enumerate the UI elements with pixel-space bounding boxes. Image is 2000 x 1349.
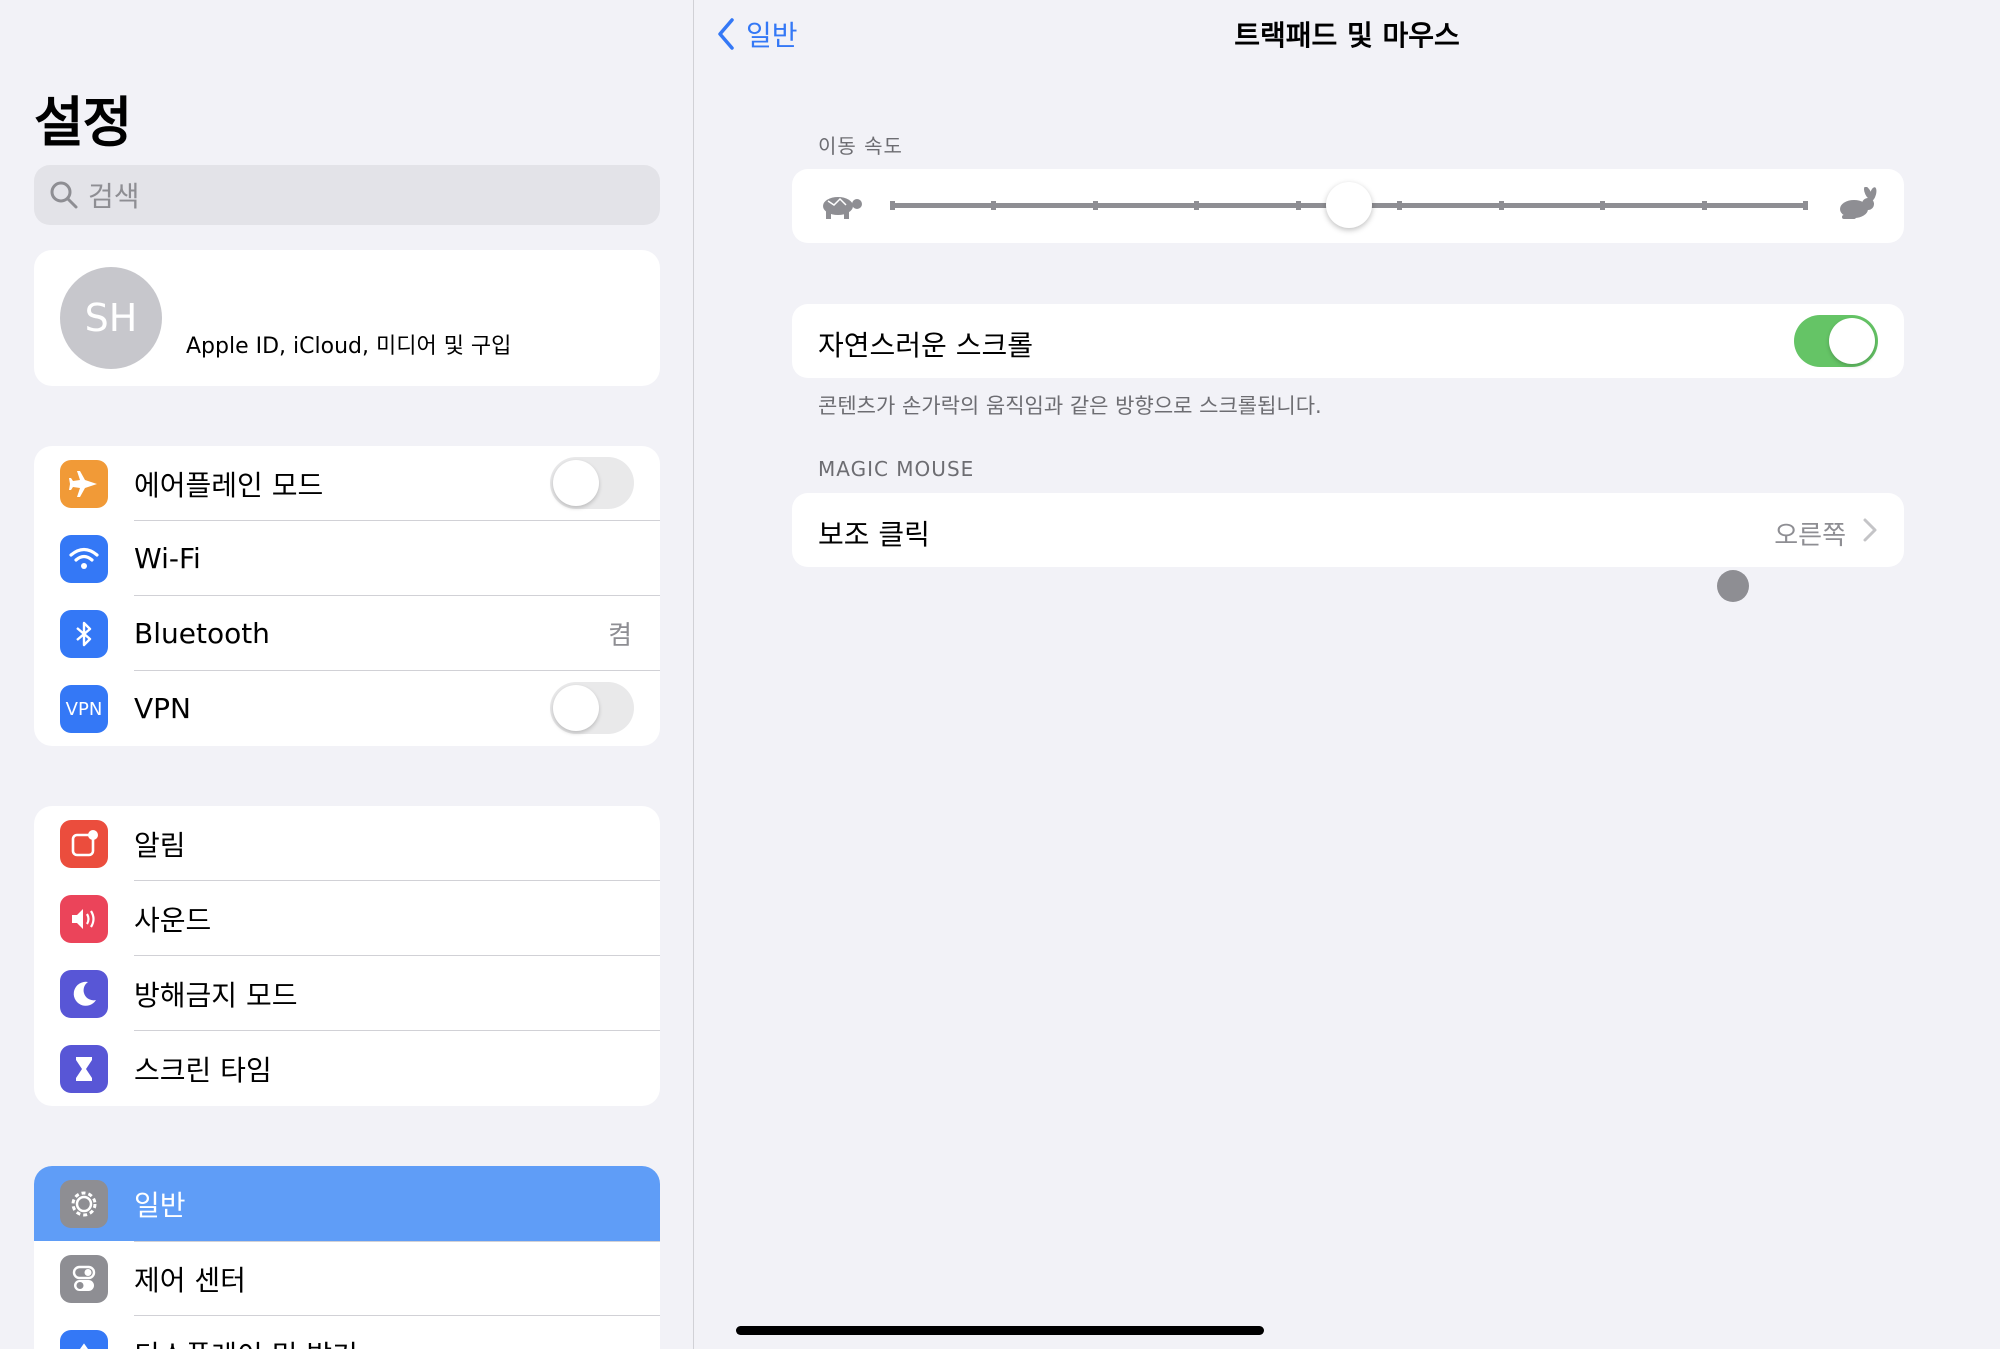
sound-icon: [60, 895, 108, 943]
sidebar-item-screen-time[interactable]: 스크린 타임: [34, 1031, 660, 1106]
notifications-group: 알림 사운드 방해금지 모드 스크린 타임: [34, 806, 660, 1106]
natural-scrolling-row[interactable]: 자연스러운 스크롤: [792, 304, 1904, 378]
slider-tick: [1295, 201, 1301, 210]
rabbit-icon: [1840, 187, 1877, 219]
magic-mouse-header: MAGIC MOUSE: [818, 457, 975, 481]
general-group: 일반 제어 센터 디스플레이 및 밝기: [34, 1166, 660, 1349]
page-title: 트랙패드 및 마우스: [1234, 19, 1460, 52]
home-indicator[interactable]: [736, 1326, 1264, 1335]
sidebar-item-label: Wi-Fi: [134, 542, 201, 575]
sidebar-item-label: VPN: [134, 692, 191, 725]
chevron-right-icon: [1863, 518, 1877, 542]
sidebar-item-do-not-disturb[interactable]: 방해금지 모드: [34, 956, 660, 1031]
search-field[interactable]: 검색: [34, 165, 660, 225]
wifi-icon: [60, 535, 108, 583]
slider-tick: [991, 201, 997, 210]
slider-tick: [1092, 201, 1098, 210]
sidebar-item-notifications[interactable]: 알림: [34, 806, 660, 881]
sidebar-item-vpn[interactable]: VPN VPN: [34, 671, 660, 746]
slider-tick: [1194, 201, 1200, 210]
moon-icon: [60, 970, 108, 1018]
sidebar-item-label: 사운드: [134, 903, 212, 937]
slider-tick: [890, 201, 895, 210]
notifications-icon: [60, 820, 108, 868]
display-icon: [60, 1330, 108, 1349]
sidebar-item-general[interactable]: 일반: [34, 1166, 660, 1241]
sidebar-item-label: 방해금지 모드: [134, 978, 298, 1012]
sidebar-item-label: 에어플레인 모드: [134, 468, 324, 502]
natural-scrolling-label: 자연스러운 스크롤: [818, 329, 1033, 362]
bluetooth-status: 켬: [608, 621, 632, 651]
gear-icon: [60, 1180, 108, 1228]
tracking-speed-header: 이동 속도: [818, 134, 903, 158]
tracking-speed-group: [792, 169, 1904, 243]
search-placeholder: 검색: [88, 180, 140, 213]
sidebar-title: 설정: [34, 91, 132, 154]
turtle-icon: [823, 197, 862, 219]
secondary-click-value: 오른쪽: [1774, 521, 1846, 551]
slider-tick: [1600, 201, 1606, 210]
hourglass-icon: [60, 1045, 108, 1093]
sidebar-item-control-center[interactable]: 제어 센터: [34, 1241, 660, 1316]
slider-tick: [1498, 201, 1504, 210]
control-center-icon: [60, 1255, 108, 1303]
avatar: SH: [60, 267, 162, 369]
sidebar-item-label: 스크린 타임: [134, 1053, 272, 1087]
sidebar-item-sound[interactable]: 사운드: [34, 881, 660, 956]
sidebar-item-label: 알림: [134, 828, 186, 862]
profile-subtitle: Apple ID, iCloud, 미디어 및 구입: [186, 334, 512, 359]
sidebar-item-label: 디스플레이 및 밝기: [134, 1334, 358, 1349]
slider-tick: [1397, 201, 1403, 210]
sidebar-item-bluetooth[interactable]: Bluetooth 켬: [34, 596, 660, 671]
slider-tick: [1701, 201, 1707, 210]
tracking-speed-slider[interactable]: [890, 182, 1808, 228]
sidebar-item-airplane-mode[interactable]: 에어플레인 모드: [34, 446, 660, 521]
detail-pane: 일반 트랙패드 및 마우스 이동 속도 자연스러운 스크롤 콘텐츠가 손가락의 …: [694, 0, 2000, 1349]
slider-tick: [1803, 201, 1808, 210]
connectivity-group: 에어플레인 모드 Wi-Fi Bluetooth 켬 VPN VPN: [34, 446, 660, 746]
profile-card[interactable]: SH Apple ID, iCloud, 미디어 및 구입: [34, 250, 660, 386]
sidebar-item-label: 일반: [134, 1188, 186, 1222]
sidebar: 설정 검색 SH Apple ID, iCloud, 미디어 및 구입 에어플레…: [0, 0, 694, 1349]
sidebar-item-display[interactable]: 디스플레이 및 밝기: [34, 1316, 660, 1349]
slider-knob[interactable]: [1326, 182, 1372, 228]
divider: [134, 1241, 660, 1242]
airplane-icon: [60, 460, 108, 508]
natural-scrolling-toggle[interactable]: [1794, 315, 1878, 367]
secondary-click-row[interactable]: 보조 클릭 오른쪽: [792, 493, 1904, 567]
airplane-mode-toggle[interactable]: [550, 457, 634, 509]
sidebar-item-wifi[interactable]: Wi-Fi: [34, 521, 660, 596]
search-icon: [50, 181, 78, 209]
natural-scrolling-footer: 콘텐츠가 손가락의 움직임과 같은 방향으로 스크롤됩니다.: [818, 394, 1322, 418]
vpn-toggle[interactable]: [550, 682, 634, 734]
sidebar-item-label: Bluetooth: [134, 617, 270, 650]
sidebar-item-label: 제어 센터: [134, 1263, 246, 1297]
bluetooth-icon: [60, 610, 108, 658]
pointer-cursor: [1717, 570, 1749, 602]
secondary-click-label: 보조 클릭: [818, 518, 930, 551]
vpn-icon: VPN: [60, 685, 108, 733]
